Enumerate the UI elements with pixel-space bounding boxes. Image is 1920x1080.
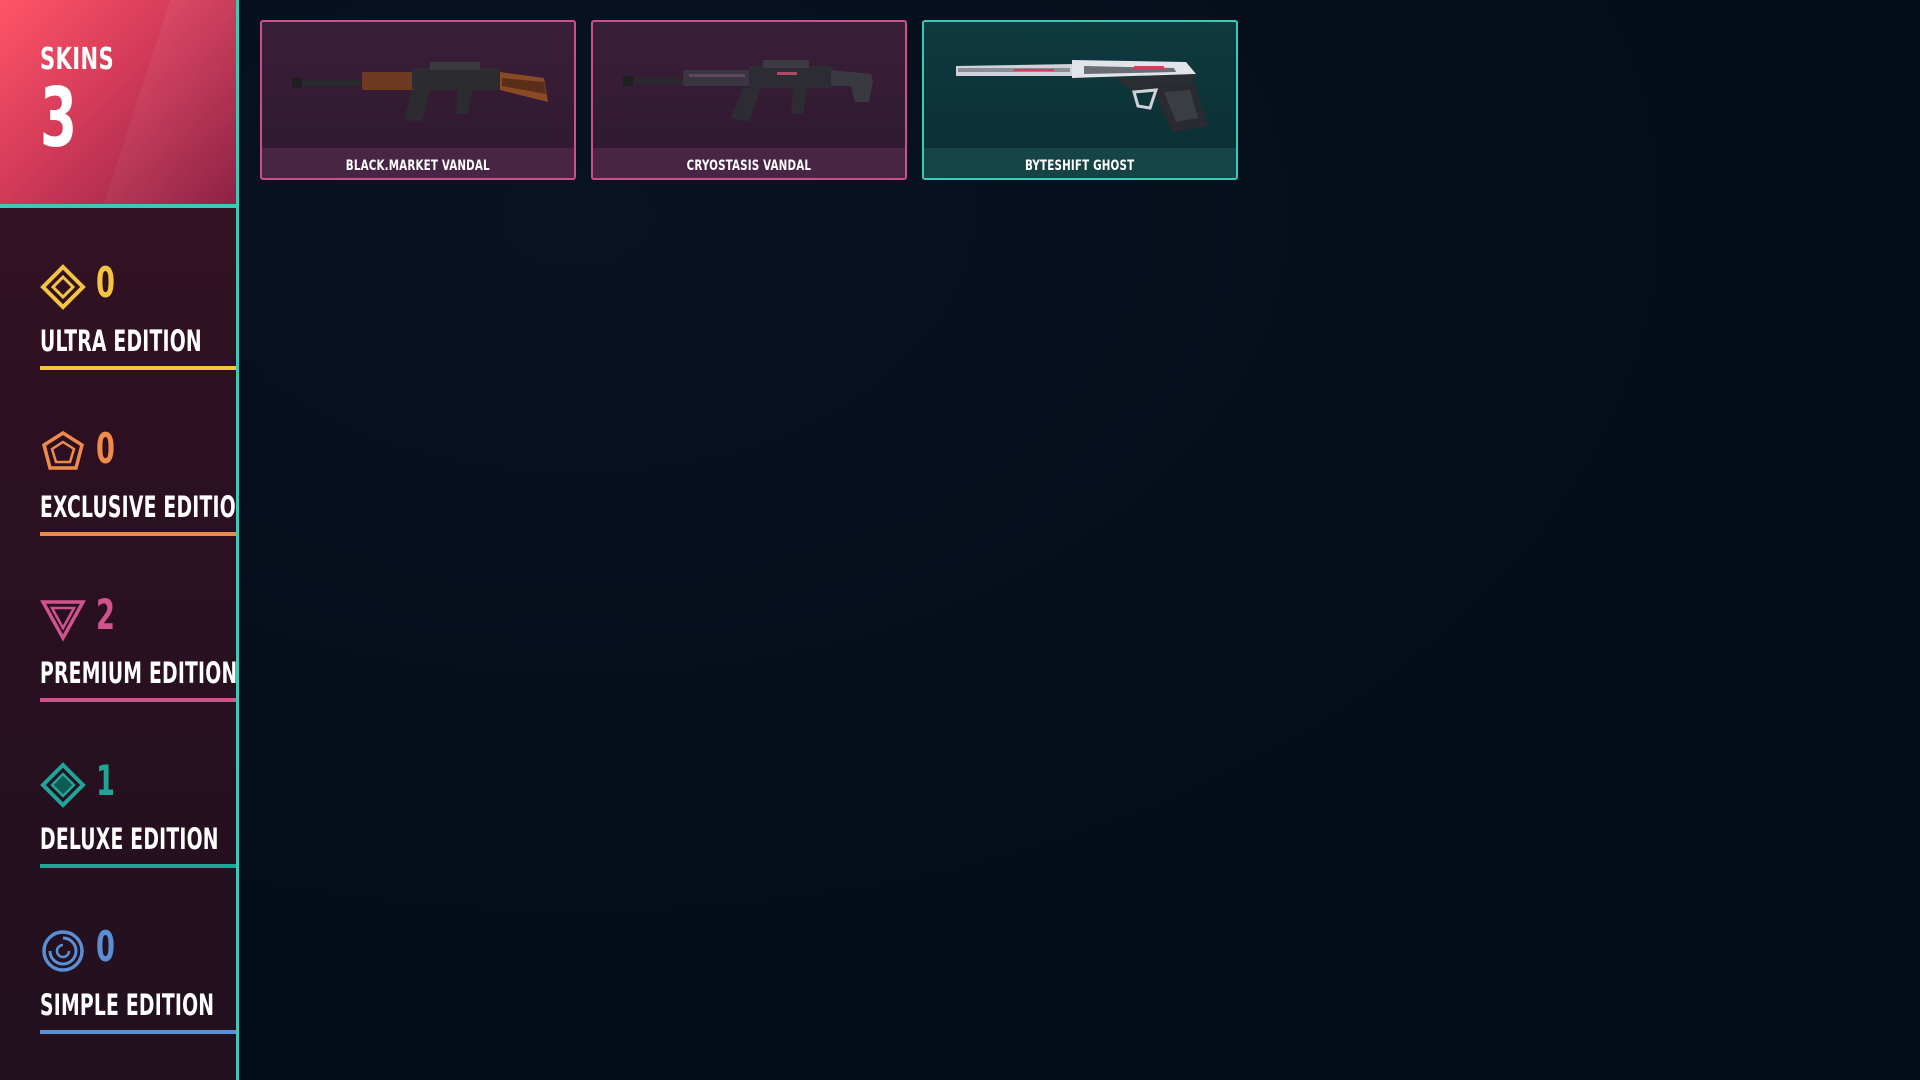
rifle-icon — [292, 62, 548, 122]
simple-edition-icon — [42, 930, 84, 972]
exclusive-edition-label: EXCLUSIVE EDITION — [40, 490, 238, 524]
ultra-edition-icon — [40, 264, 86, 310]
edition-premium[interactable]: 2 PREMIUM EDITION — [40, 590, 238, 716]
premium-edition-label: PREMIUM EDITION — [40, 656, 238, 690]
deluxe-edition-label: DELUXE EDITION — [40, 822, 219, 856]
simple-edition-underline — [40, 1030, 238, 1034]
edition-sidebar: SKINS 3 0 ULTRA EDITION 0 EXCLUSIVE EDIT… — [0, 0, 238, 1080]
exclusive-edition-icon — [41, 430, 85, 470]
simple-edition-label: SIMPLE EDITION — [40, 988, 215, 1022]
ultra-edition-count: 0 — [96, 258, 115, 307]
skin-name: CRYOSTASIS VANDAL — [686, 158, 812, 174]
premium-edition-icon — [40, 600, 86, 642]
exclusive-edition-count: 0 — [96, 424, 115, 473]
edition-exclusive[interactable]: 0 EXCLUSIVE EDITION — [40, 424, 238, 550]
skin-card-cryostasis-vandal[interactable]: CRYOSTASIS VANDAL — [591, 20, 907, 180]
edition-deluxe[interactable]: 1 DELUXE EDITION — [40, 756, 238, 882]
deluxe-edition-underline — [40, 864, 238, 868]
deluxe-edition-count: 1 — [96, 756, 115, 805]
ultra-edition-underline — [40, 366, 238, 370]
skin-name: BLACK.MARKET VANDAL — [345, 158, 490, 174]
simple-edition-count: 0 — [96, 922, 115, 971]
ultra-edition-label: ULTRA EDITION — [40, 324, 202, 358]
edition-ultra[interactable]: 0 ULTRA EDITION — [40, 258, 238, 384]
premium-edition-count: 2 — [96, 590, 115, 639]
skin-card-byteshift-ghost[interactable]: BYTESHIFT GHOST — [922, 20, 1238, 180]
pistol-icon — [956, 60, 1208, 132]
premium-edition-underline — [40, 698, 238, 702]
deluxe-edition-icon — [40, 762, 86, 808]
exclusive-edition-underline — [40, 532, 238, 536]
edition-simple[interactable]: 0 SIMPLE EDITION — [40, 922, 238, 1048]
skins-count: 3 — [40, 71, 77, 166]
sidebar-divider — [236, 0, 239, 1080]
rifle-icon — [623, 60, 873, 122]
skin-card-black-market-vandal[interactable]: BLACK.MARKET VANDAL — [260, 20, 576, 180]
skin-name: BYTESHIFT GHOST — [1025, 158, 1135, 174]
skins-total-panel: SKINS 3 — [0, 0, 238, 208]
